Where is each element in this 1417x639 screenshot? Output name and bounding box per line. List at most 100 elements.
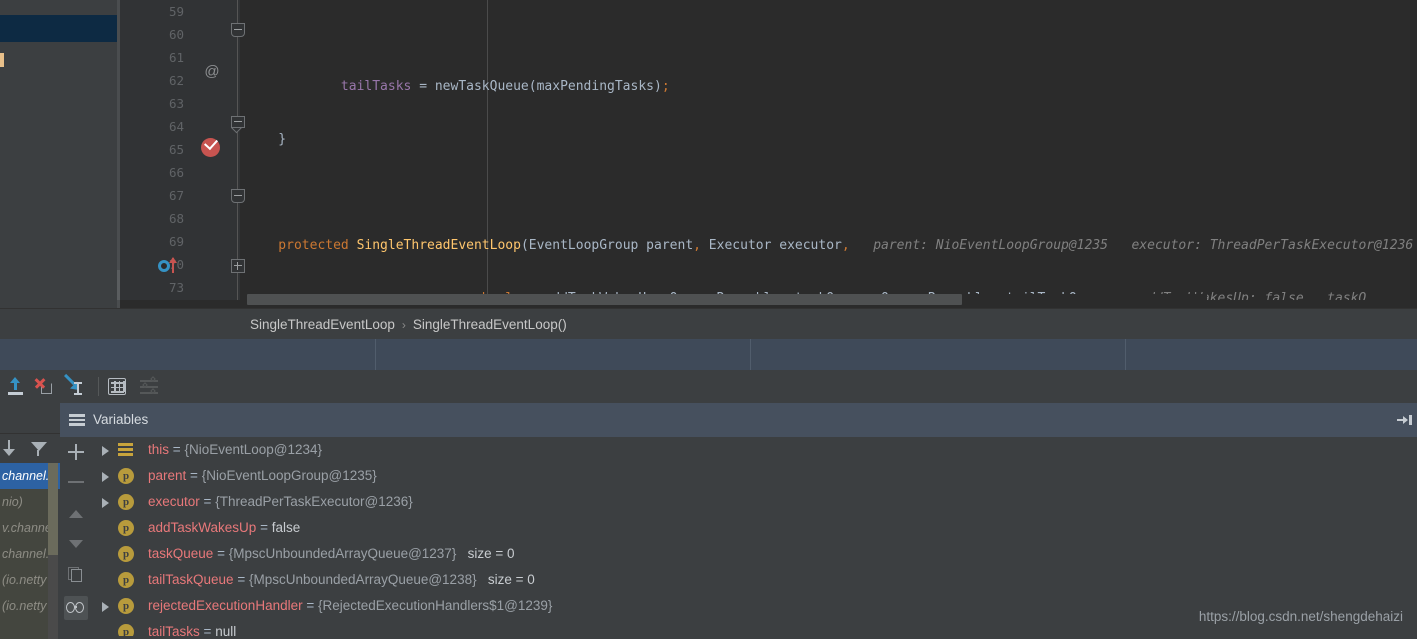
parameter-icon: p bbox=[118, 520, 134, 536]
line-number: 66 bbox=[168, 165, 184, 180]
line-number: 59 bbox=[168, 4, 184, 19]
parameter-icon: p bbox=[118, 598, 134, 614]
tab-divider-1 bbox=[375, 339, 376, 370]
parameter-icon: p bbox=[118, 624, 134, 636]
left-panel-marker bbox=[0, 53, 4, 67]
variable-name: tailTasks bbox=[148, 624, 200, 636]
expand-arrow-icon[interactable] bbox=[102, 498, 109, 508]
variable-value: null bbox=[215, 624, 237, 636]
left-panel-highlight-row bbox=[0, 15, 120, 42]
line-number-column: 59 60 61 62 63 64 65 66 67 68 69 70 73 bbox=[120, 0, 190, 299]
variable-name: this bbox=[148, 442, 170, 457]
expand-arrow-icon[interactable] bbox=[102, 602, 109, 612]
editor-hscrollbar-thumb[interactable] bbox=[247, 294, 962, 305]
variable-row-parent[interactable]: p parent = {NioEventLoopGroup@1235} bbox=[92, 463, 1417, 489]
frames-library-shade bbox=[0, 489, 48, 639]
line-number: 62 bbox=[168, 73, 184, 88]
breadcrumb[interactable]: SingleThreadEventLoop › SingleThreadEventL… bbox=[250, 309, 567, 340]
variable-row-tailTaskQueue[interactable]: p tailTaskQueue = {MpscUnboundedArrayQue… bbox=[92, 567, 1417, 593]
variables-tree[interactable]: this = {NioEventLoop@1234} p parent = {N… bbox=[92, 437, 1417, 636]
code-line-60[interactable]: } bbox=[240, 128, 1417, 151]
left-tool-panel-partial bbox=[0, 0, 120, 308]
variable-equals: = bbox=[260, 520, 268, 535]
variable-value: {MpscUnboundedArrayQueue@1237} bbox=[228, 546, 457, 561]
export-frames-button[interactable] bbox=[2, 439, 20, 457]
variable-equals: = bbox=[190, 468, 198, 483]
variable-value: {MpscUnboundedArrayQueue@1238} bbox=[248, 572, 477, 587]
variables-menu-icon[interactable] bbox=[69, 414, 85, 426]
line-number: 60 bbox=[168, 27, 184, 42]
variable-row-this[interactable]: this = {NioEventLoop@1234} bbox=[92, 437, 1417, 463]
parameter-icon: p bbox=[118, 572, 134, 588]
code-line-59[interactable]: tailTasks = newTaskQueue(maxPendingTasks… bbox=[240, 75, 1417, 98]
breadcrumb-bar: SingleThreadEventLoop › SingleThreadEventL… bbox=[0, 308, 1417, 340]
line-number: 69 bbox=[168, 234, 184, 249]
variable-equals: = bbox=[217, 546, 225, 561]
breadcrumb-class[interactable]: SingleThreadEventLoop bbox=[250, 317, 395, 332]
debug-tab-strip[interactable] bbox=[0, 339, 1417, 371]
variable-equals: = bbox=[203, 494, 212, 509]
line-number: 67 bbox=[168, 188, 184, 203]
variable-row-executor[interactable]: p executor = {ThreadPerTaskExecutor@1236… bbox=[92, 489, 1417, 515]
watermark: https://blog.csdn.net/shengdehaizi bbox=[1198, 609, 1403, 624]
object-icon bbox=[118, 443, 133, 457]
copy-value-button[interactable] bbox=[64, 564, 88, 588]
remove-watch-button[interactable] bbox=[64, 470, 88, 494]
run-to-cursor-button[interactable] bbox=[64, 374, 85, 397]
breakpoint-verified-icon[interactable] bbox=[201, 135, 220, 157]
variable-equals: = bbox=[203, 624, 212, 636]
variable-size: size = 0 bbox=[487, 572, 535, 587]
frames-panel-header bbox=[0, 403, 60, 434]
toggle-watches-button[interactable] bbox=[64, 596, 88, 620]
toolbar-separator bbox=[98, 377, 99, 396]
drop-frame-button[interactable] bbox=[33, 376, 54, 397]
variables-panel: Variables this = {NioEventLoop@1234} p p… bbox=[60, 403, 1417, 636]
frames-scrollbar-thumb[interactable] bbox=[48, 463, 58, 555]
variable-value: {NioEventLoopGroup@1235} bbox=[201, 468, 377, 483]
variable-equals: = bbox=[306, 598, 315, 613]
line-number: 73 bbox=[168, 280, 184, 295]
line-number: 65 bbox=[168, 142, 184, 157]
variable-value: false bbox=[271, 520, 301, 535]
tab-divider-3 bbox=[1125, 339, 1126, 370]
variable-row-addTaskWakesUp[interactable]: p addTaskWakesUp = false bbox=[92, 515, 1417, 541]
variable-row-taskQueue[interactable]: p taskQueue = {MpscUnboundedArrayQueue@1… bbox=[92, 541, 1417, 567]
line-number: 68 bbox=[168, 211, 184, 226]
debug-toolbar bbox=[0, 370, 1417, 403]
frames-panel: channel. nio) v.channe channel. (io.nett… bbox=[0, 403, 60, 639]
parameter-icon: p bbox=[118, 546, 134, 562]
fold-region-line bbox=[237, 0, 238, 300]
variable-name: parent bbox=[148, 468, 187, 483]
expand-arrow-icon[interactable] bbox=[102, 446, 109, 456]
variable-value: {RejectedExecutionHandlers$1@1239} bbox=[318, 598, 553, 613]
step-out-button[interactable] bbox=[5, 376, 26, 397]
move-up-button[interactable] bbox=[64, 502, 88, 526]
variable-equals: = bbox=[237, 572, 246, 587]
code-line-61[interactable] bbox=[240, 181, 1417, 204]
variables-panel-header: Variables bbox=[60, 403, 1417, 437]
variable-size: size = 0 bbox=[467, 546, 515, 561]
code-text[interactable]: tailTasks = newTaskQueue(maxPendingTasks… bbox=[240, 0, 1417, 300]
overriding-method-icon[interactable] bbox=[158, 257, 180, 275]
editor-area: 59 60 61 62 63 64 65 66 67 68 69 70 73 @ bbox=[0, 0, 1417, 308]
evaluate-expression-button[interactable] bbox=[108, 378, 126, 395]
filter-frames-button[interactable] bbox=[30, 439, 48, 457]
expand-panel-icon[interactable] bbox=[1397, 414, 1413, 426]
tab-divider-2 bbox=[750, 339, 751, 370]
breadcrumb-member[interactable]: SingleThreadEventLoop() bbox=[413, 317, 567, 332]
breadcrumb-separator-icon: › bbox=[401, 318, 406, 332]
variable-name: executor bbox=[148, 494, 200, 509]
line-number: 63 bbox=[168, 96, 184, 111]
add-watch-button[interactable] bbox=[64, 440, 88, 464]
move-down-button[interactable] bbox=[64, 532, 88, 556]
variables-panel-title: Variables bbox=[93, 412, 149, 427]
line-number: 64 bbox=[168, 119, 184, 134]
code-line-62[interactable]: protected SingleThreadEventLoop(EventLoo… bbox=[240, 234, 1417, 257]
annotation-gutter-icon[interactable]: @ bbox=[202, 62, 222, 82]
editor-gutter[interactable]: 59 60 61 62 63 64 65 66 67 68 69 70 73 bbox=[120, 0, 240, 300]
parameter-icon: p bbox=[118, 494, 134, 510]
variables-side-toolbar bbox=[60, 440, 92, 636]
ide-debugger-window: 59 60 61 62 63 64 65 66 67 68 69 70 73 @ bbox=[0, 0, 1417, 639]
expand-arrow-icon[interactable] bbox=[102, 472, 109, 482]
settings-button[interactable] bbox=[140, 376, 161, 397]
